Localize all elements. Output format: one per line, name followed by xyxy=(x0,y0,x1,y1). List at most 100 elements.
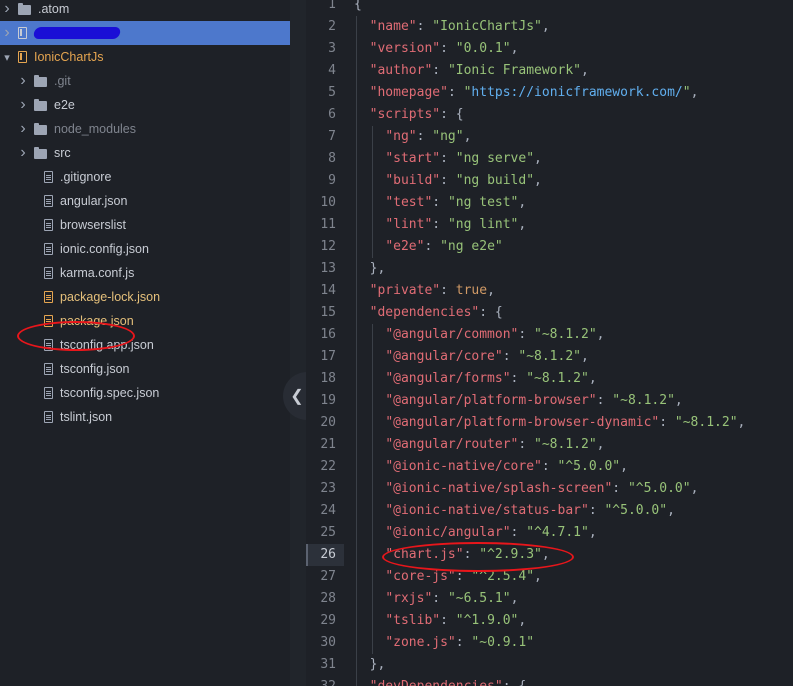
code-line[interactable]: }, xyxy=(354,654,386,676)
tree-item[interactable]: package-lock.json xyxy=(0,285,290,309)
tree-item[interactable]: tsconfig.json xyxy=(0,357,290,381)
code-line[interactable]: "scripts": { xyxy=(354,104,464,126)
tree-item[interactable]: › .atom xyxy=(0,0,290,21)
code-token: : xyxy=(432,217,448,232)
tree-item[interactable]: browserslist xyxy=(0,213,290,237)
tree-item-label: .gitignore xyxy=(60,170,112,184)
line-number: 11 xyxy=(320,217,336,232)
code-token: , xyxy=(541,19,550,34)
panel-divider[interactable] xyxy=(290,0,306,686)
code-line[interactable]: "rxjs": "~6.5.1", xyxy=(354,588,518,610)
code-line[interactable]: "tslib": "^1.9.0", xyxy=(354,610,526,632)
chevron-right-icon[interactable]: › xyxy=(2,25,12,41)
code-token: "dependencies" xyxy=(369,305,480,320)
tree-item[interactable]: package.json xyxy=(0,309,290,333)
code-line[interactable]: "lint": "ng lint", xyxy=(354,214,526,236)
code-line[interactable]: "ng": "ng", xyxy=(354,126,471,148)
tree-item-label: tslint.json xyxy=(60,410,113,424)
tree-item[interactable]: .gitignore xyxy=(0,165,290,189)
line-number: 3 xyxy=(328,41,336,56)
code-line[interactable]: "private": true, xyxy=(354,280,495,302)
line-number: 29 xyxy=(320,613,336,628)
code-line[interactable]: "devDependencies": { xyxy=(354,676,527,686)
chevron-right-icon[interactable]: › xyxy=(18,121,28,137)
tree-item[interactable]: tsconfig.app.json xyxy=(0,333,290,357)
code-token: , xyxy=(518,195,527,210)
code-token: : xyxy=(455,635,472,650)
tree-item[interactable]: › xyxy=(0,21,290,45)
chevron-right-icon[interactable]: › xyxy=(18,145,28,161)
code-line[interactable]: "build": "ng build", xyxy=(354,170,542,192)
code-line[interactable]: "dependencies": { xyxy=(354,302,503,324)
code-line[interactable]: "e2e": "ng e2e" xyxy=(354,236,502,258)
tree-item[interactable]: angular.json xyxy=(0,189,290,213)
code-token: "zone.js" xyxy=(385,635,456,650)
tree-item[interactable]: ionic.config.json xyxy=(0,237,290,261)
tree-item[interactable]: › src xyxy=(0,141,290,165)
code-token: "@angular/platform-browser-dynamic" xyxy=(385,415,660,430)
code-line[interactable]: "author": "Ionic Framework", xyxy=(354,60,589,82)
code-token: , xyxy=(534,173,542,188)
file-icon xyxy=(44,387,53,399)
code-line[interactable]: }, xyxy=(354,258,386,280)
code-line[interactable]: "@ionic-native/splash-screen": "^5.0.0", xyxy=(354,478,698,500)
code-line[interactable]: "@ionic-native/core": "^5.0.0", xyxy=(354,456,628,478)
tree-item-label: e2e xyxy=(54,98,75,112)
tree-item[interactable]: tsconfig.spec.json xyxy=(0,381,290,405)
code-line[interactable]: "homepage": "https://ionicframework.com/… xyxy=(354,82,699,104)
chevron-down-icon[interactable]: ▾ xyxy=(2,51,12,64)
code-token: : xyxy=(588,503,605,518)
code-line[interactable]: "@angular/common": "~8.1.2", xyxy=(354,324,604,346)
code-line[interactable]: "@angular/platform-browser": "~8.1.2", xyxy=(354,390,683,412)
tree-item[interactable]: karma.conf.js xyxy=(0,261,290,285)
code-line[interactable]: "@angular/platform-browser-dynamic": "~8… xyxy=(354,412,745,434)
code-token: , xyxy=(674,393,683,408)
code-line[interactable]: "name": "IonicChartJs", xyxy=(354,16,550,38)
code-line[interactable]: "@angular/router": "~8.1.2", xyxy=(354,434,604,456)
code-token: "0.0.1" xyxy=(455,41,511,56)
code-line[interactable]: "start": "ng serve", xyxy=(354,148,542,170)
code-line[interactable]: "test": "ng test", xyxy=(354,192,526,214)
code-line[interactable]: "@ionic/angular": "^4.7.1", xyxy=(354,522,596,544)
chevron-right-icon[interactable]: › xyxy=(18,73,28,89)
code-token: : xyxy=(416,19,433,34)
line-number: 24 xyxy=(320,503,336,518)
code-token: : { xyxy=(440,107,464,122)
chevron-right-icon[interactable]: › xyxy=(18,97,28,113)
code-line[interactable]: "@angular/forms": "~8.1.2", xyxy=(354,368,596,390)
code-line[interactable]: "chart.js": "^2.9.3", xyxy=(354,544,549,566)
code-line[interactable]: "zone.js": "~0.9.1" xyxy=(354,632,534,654)
tree-item[interactable]: › .git xyxy=(0,69,290,93)
code-line[interactable]: "@ionic-native/status-bar": "^5.0.0", xyxy=(354,500,675,522)
line-number: 13 xyxy=(320,261,336,276)
line-number: 21 xyxy=(320,437,336,452)
code-editor[interactable]: 1 2 3 4 5 6 7 8 9 10 11 12 13 14 15 16 17 18 19 20 21 22 23 24 2… xyxy=(306,0,793,686)
code-token: : xyxy=(612,481,628,496)
code-line[interactable]: "version": "0.0.1", xyxy=(354,38,519,60)
code-line[interactable]: { xyxy=(354,0,362,16)
code-token: "~8.1.2" xyxy=(612,393,675,408)
tree-item[interactable]: › e2e xyxy=(0,93,290,117)
code-line[interactable]: "core-js": "^2.5.4", xyxy=(354,566,542,588)
tree-view: › .atom › ▾ IonicChartJs › .git › e2e › node_modul… xyxy=(0,0,290,686)
code-token: , xyxy=(596,437,605,452)
code-token: "@angular/router" xyxy=(385,437,519,452)
chevron-left-icon: ❮ xyxy=(290,388,304,405)
tree-item-label: .atom xyxy=(38,2,70,16)
code-line[interactable]: "@angular/core": "~8.1.2", xyxy=(354,346,589,368)
file-icon xyxy=(44,195,53,207)
code-token: "lint" xyxy=(385,217,433,232)
code-token: : xyxy=(440,283,456,298)
code-token: , xyxy=(596,327,605,342)
tree-item[interactable]: ▾ IonicChartJs xyxy=(0,45,290,69)
tree-item[interactable]: › node_modules xyxy=(0,117,290,141)
tree-item[interactable]: tslint.json xyxy=(0,405,290,429)
chevron-right-icon[interactable]: › xyxy=(2,1,12,17)
code-token: "^1.9.0" xyxy=(455,613,519,628)
folder-icon xyxy=(18,3,31,15)
